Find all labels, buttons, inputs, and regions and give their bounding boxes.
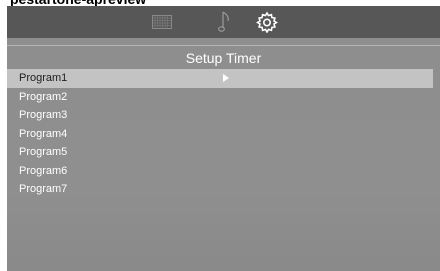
- program-item-1[interactable]: Program1: [7, 69, 433, 88]
- program-label: Program1: [19, 72, 68, 84]
- program-label: Program6: [19, 164, 68, 177]
- title-divider: [7, 45, 440, 46]
- program-item-2[interactable]: Program2: [7, 88, 433, 107]
- gear-icon: [256, 11, 278, 33]
- program-item-7[interactable]: Program7: [7, 180, 433, 199]
- play-arrow-icon: [223, 74, 229, 82]
- osd-screen: Setup Timer Program1 Program2 Program3 P…: [7, 6, 440, 271]
- tab-picture[interactable]: [144, 6, 180, 38]
- program-label: Program2: [19, 90, 68, 103]
- tab-music[interactable]: [207, 6, 243, 38]
- program-label: Program4: [19, 127, 68, 140]
- menu-title: Setup Timer: [185, 50, 262, 66]
- menu-tab-bar: [7, 6, 440, 38]
- program-label: Program7: [19, 183, 68, 195]
- program-item-3[interactable]: Program3: [7, 106, 433, 125]
- program-label: Program5: [19, 146, 68, 158]
- grid-icon: [152, 15, 172, 29]
- program-label: Program3: [19, 109, 68, 121]
- tab-setup[interactable]: [249, 6, 285, 38]
- program-item-6[interactable]: Program6: [7, 162, 433, 181]
- program-item-4[interactable]: Program4: [7, 125, 433, 144]
- program-item-5[interactable]: Program5: [7, 143, 433, 162]
- music-note-icon: [218, 11, 229, 32]
- program-list: Program1 Program2 Program3 Program4 Prog…: [7, 69, 440, 199]
